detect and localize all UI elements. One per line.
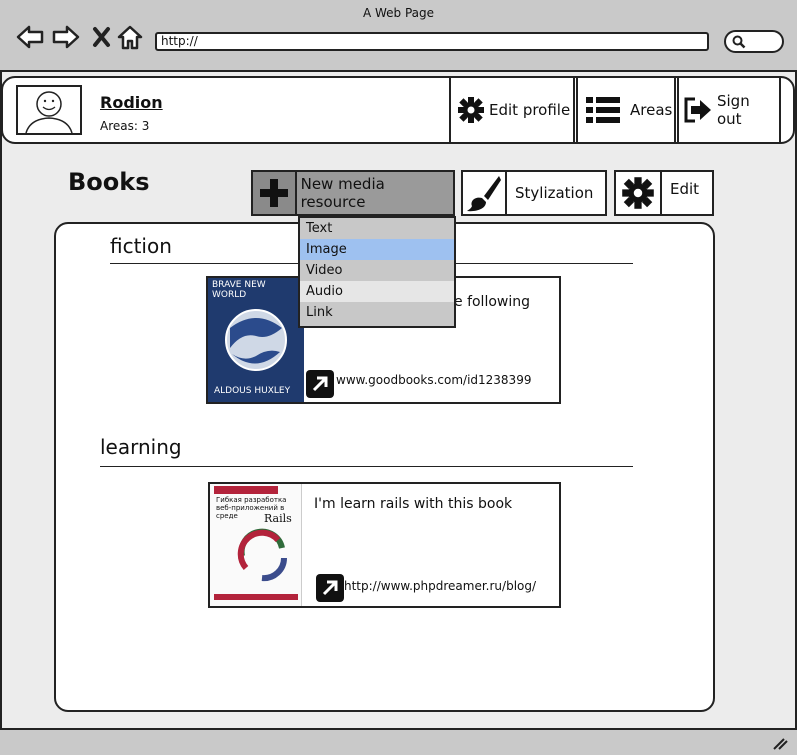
status-bar — [0, 728, 797, 755]
external-link-icon[interactable] — [316, 574, 344, 602]
sign-out-icon — [684, 97, 711, 123]
home-icon[interactable] — [116, 24, 144, 50]
card-link[interactable]: www.goodbooks.com/id1238399 — [336, 373, 531, 387]
resize-grip-icon[interactable] — [772, 736, 788, 750]
book-cover-title: BRAVE NEW WORLD — [212, 280, 266, 300]
page-title: Books — [68, 168, 150, 196]
section-divider — [100, 466, 633, 467]
menu-item-image[interactable]: Image — [300, 239, 454, 260]
external-link-icon[interactable] — [306, 370, 334, 398]
paintbrush-icon — [467, 176, 501, 212]
search-input[interactable] — [724, 30, 784, 53]
edit-label: Edit — [670, 180, 700, 198]
menu-item-video[interactable]: Video — [300, 260, 454, 281]
edit-profile-button[interactable]: Edit profile — [449, 76, 575, 144]
avatar[interactable] — [16, 85, 82, 135]
plus-icon — [259, 179, 288, 207]
close-icon[interactable] — [90, 24, 118, 50]
url-input[interactable]: http:// — [155, 32, 709, 51]
edit-profile-label: Edit profile — [489, 101, 571, 119]
card-link[interactable]: http://www.phpdreamer.ru/blog/ — [344, 579, 536, 593]
card-description: I'm learn rails with this book — [314, 496, 513, 512]
menu-item-text[interactable]: Text — [300, 218, 454, 239]
search-icon — [732, 35, 746, 49]
cover-band — [214, 486, 278, 494]
rings-artwork — [237, 528, 288, 582]
section-title: fiction — [110, 234, 172, 258]
back-icon[interactable] — [16, 24, 44, 50]
user-avatar-icon — [25, 91, 73, 134]
sign-out-label: Sign out — [716, 92, 750, 128]
new-media-resource-button[interactable]: New media resource — [251, 170, 455, 216]
book-cover-image: BRAVE NEW WORLD ALDOUS HUXLEY — [208, 278, 304, 402]
areas-label: Areas — [630, 101, 673, 119]
menu-item-link[interactable]: Link — [300, 302, 454, 323]
card-description: e following — [454, 294, 531, 310]
sign-out-button[interactable]: Sign out — [677, 76, 781, 144]
list-icon — [586, 97, 620, 123]
user-name-link[interactable]: Rodion — [100, 93, 163, 112]
stylization-button[interactable]: Stylization — [461, 170, 607, 216]
areas-button[interactable]: Areas — [576, 76, 676, 144]
stylization-label: Stylization — [515, 184, 594, 202]
new-media-dropdown: Text Image Video Audio Link — [298, 216, 456, 328]
gear-icon — [458, 97, 484, 123]
book-cover-subtitle: Rails — [264, 512, 292, 525]
section-title: learning — [100, 435, 182, 459]
forward-icon[interactable] — [52, 24, 80, 50]
new-media-label: New media resource — [300, 175, 385, 211]
cover-band — [214, 594, 298, 600]
window-title: A Web Page — [362, 6, 435, 20]
book-cover-author: ALDOUS HUXLEY — [214, 386, 291, 396]
menu-item-audio[interactable]: Audio — [300, 281, 454, 302]
gear-icon — [622, 177, 654, 209]
edit-button[interactable]: Edit — [614, 170, 714, 216]
areas-count: Areas: 3 — [100, 119, 150, 133]
book-cover-image: Гибкая разработка веб-приложений в среде… — [210, 484, 302, 606]
media-card[interactable]: Гибкая разработка веб-приложений в среде… — [208, 482, 561, 608]
